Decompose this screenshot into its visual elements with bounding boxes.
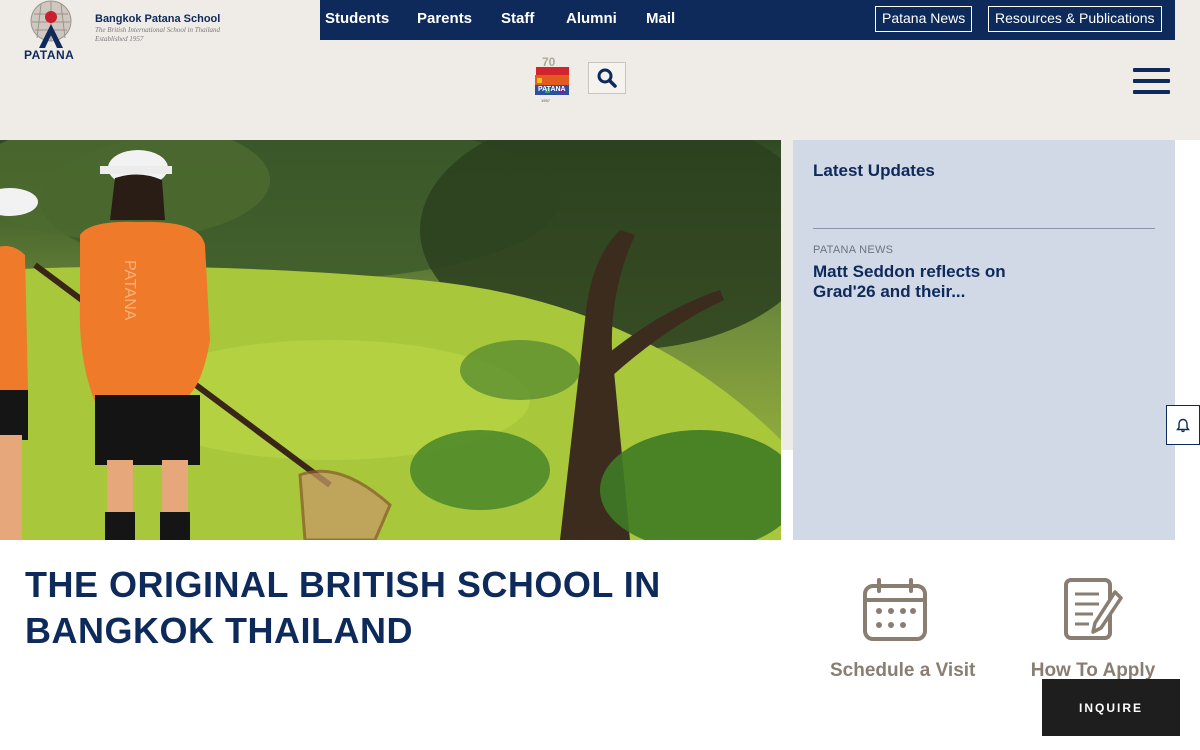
school-name: Bangkok Patana School [95,13,221,25]
nav-staff[interactable]: Staff [501,10,534,27]
nav-resources-publications[interactable]: Resources & Publications [988,6,1162,32]
70th-anniversary-badge[interactable]: 70 PATANA 1957 [533,55,571,103]
tagline-line-2: Established 1957 [95,35,144,43]
divider [813,228,1155,229]
news-category: PATANA NEWS [813,244,894,256]
nav-students[interactable]: Students [325,10,389,27]
latest-updates-title: Latest Updates [813,161,935,180]
latest-updates-panel: Latest Updates PATANA NEWS Matt Seddon r… [793,140,1175,540]
top-navigation: Students Parents Staff Alumni Mail Patan… [320,0,1175,40]
nav-alumni[interactable]: Alumni [566,10,617,27]
page-headline: THE ORIGINAL BRITISH SCHOOL IN BANGKOK T… [25,562,745,654]
application-form-icon [1064,578,1123,640]
bell-icon [1176,418,1190,432]
search-icon [597,68,617,88]
nav-parents[interactable]: Parents [417,10,472,27]
inquire-button[interactable]: INQUIRE [1042,679,1180,736]
logo-wordmark: PATANA [24,48,75,62]
search-button[interactable] [588,62,626,94]
svg-text:PATANA: PATANA [538,86,566,93]
nav-patana-news[interactable]: Patana News [875,6,973,32]
notification-button[interactable] [1166,405,1200,445]
school-tagline: The British International School in Thai… [95,26,235,44]
svg-text:PATANA: PATANA [121,260,138,321]
calendar-icon [863,578,927,641]
how-to-apply-link[interactable]: How To Apply [1030,578,1156,682]
svg-text:70: 70 [542,55,556,69]
news-item-title[interactable]: Matt Seddon reflects on Grad'26 and thei… [813,262,1053,302]
headline-bold: THE ORIGINAL BRITISH SCHOOL [25,564,614,605]
schedule-visit-label: Schedule a Visit [830,660,976,681]
nav-mail[interactable]: Mail [646,10,675,27]
hamburger-menu-icon[interactable] [1133,68,1170,96]
svg-text:1957: 1957 [541,98,551,103]
schedule-visit-link[interactable]: Schedule a Visit [830,578,976,682]
hero-image: PATANA [0,140,781,540]
decorative-beige-strip [781,140,793,450]
tagline-line-1: The British International School in Thai… [95,26,221,34]
